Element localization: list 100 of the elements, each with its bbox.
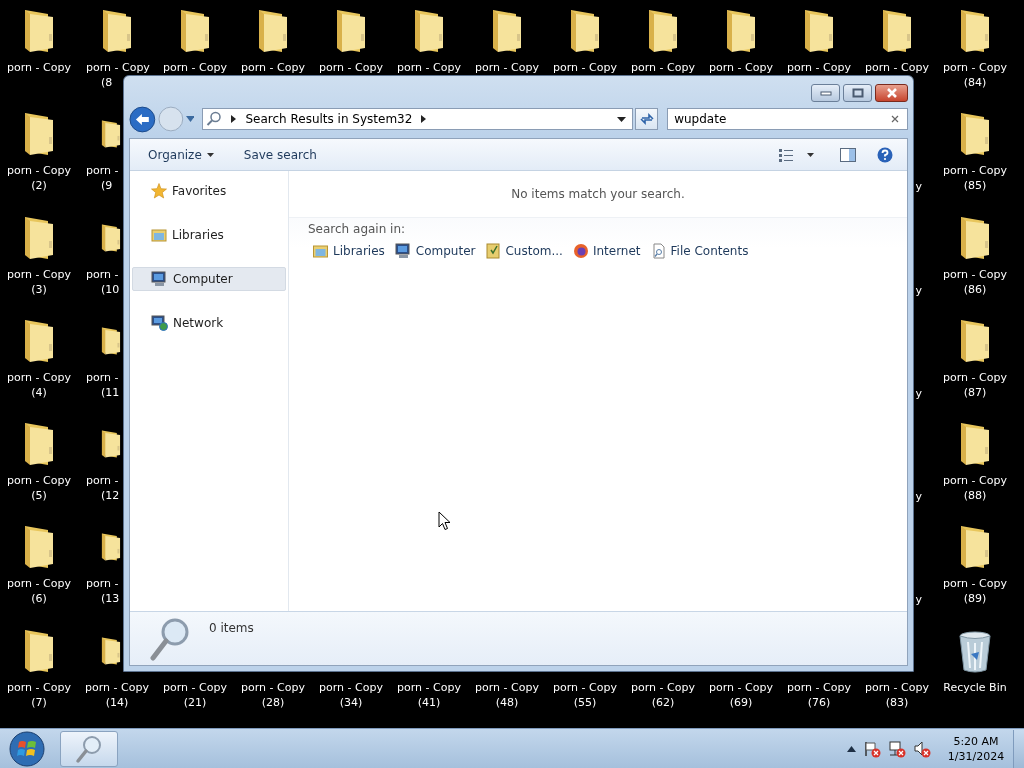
folder-icon[interactable] bbox=[100, 8, 134, 54]
folder-icon[interactable] bbox=[22, 524, 56, 571]
search-location-button[interactable]: Libraries bbox=[310, 242, 387, 260]
folder-icon[interactable] bbox=[178, 8, 212, 54]
search-field[interactable]: wupdate bbox=[667, 108, 908, 130]
desktop-icon-label: porn - Copy (76) bbox=[787, 679, 851, 710]
folder-icon[interactable] bbox=[958, 8, 992, 54]
folder-icon[interactable] bbox=[958, 421, 992, 468]
desktop-icon-label: porn - Copy bbox=[631, 60, 695, 75]
search-location-button[interactable]: File Contents bbox=[648, 242, 751, 260]
help-icon[interactable] bbox=[877, 146, 893, 163]
star-icon bbox=[151, 183, 167, 199]
desktop-icon-label: porn - Copy bbox=[865, 60, 929, 75]
folder-icon[interactable] bbox=[646, 8, 680, 54]
folder-icon[interactable] bbox=[958, 214, 992, 261]
search-icon bbox=[206, 111, 223, 127]
desktop-icon-label: porn - Copy (86) bbox=[943, 266, 1007, 297]
nav-item[interactable]: Computer bbox=[132, 267, 286, 291]
breadcrumb-segment[interactable]: Search Results in System32 bbox=[245, 112, 413, 126]
cursor-icon bbox=[438, 511, 451, 531]
desktop-icon-label: y bbox=[914, 179, 923, 195]
desktop-icon-label: porn - Copy (34) bbox=[319, 679, 383, 710]
desktop-icon-label: porn - Copy (5) bbox=[7, 473, 71, 504]
folder-icon[interactable] bbox=[22, 111, 56, 158]
desktop-icon-label: porn - Copy (3) bbox=[7, 266, 71, 297]
chevron-right-icon[interactable] bbox=[231, 115, 237, 123]
desktop-icon-label: porn - Copy (89) bbox=[943, 576, 1007, 607]
desktop-icon-label: porn - Copy bbox=[475, 60, 539, 75]
folder-icon[interactable] bbox=[22, 8, 56, 54]
desktop-icon-label: porn - Copy bbox=[397, 60, 461, 75]
search-location-button[interactable]: Internet bbox=[570, 242, 643, 260]
folder-icon[interactable] bbox=[22, 214, 56, 261]
folder-icon[interactable] bbox=[880, 8, 914, 54]
history-caret-icon[interactable] bbox=[185, 116, 195, 122]
folder-icon[interactable] bbox=[256, 8, 290, 54]
folder-icon[interactable] bbox=[490, 8, 524, 54]
desktop-icon-label: porn - Copy (48) bbox=[475, 679, 539, 710]
refresh-button[interactable] bbox=[635, 108, 659, 130]
toolbar-button[interactable]: Save search bbox=[235, 143, 325, 166]
desktop-icon-label: porn - (11 bbox=[85, 369, 121, 400]
folder-icon[interactable] bbox=[958, 524, 992, 571]
search-location-button[interactable]: Computer bbox=[392, 242, 478, 260]
desktop-icon-label: Recycle Bin bbox=[943, 679, 1007, 695]
clock-time[interactable]: 5:20 AM bbox=[953, 733, 999, 749]
desktop-icon-label: porn - Copy (14) bbox=[85, 679, 149, 710]
maximize-icon bbox=[851, 88, 864, 98]
folder-icon[interactable] bbox=[334, 8, 368, 54]
desktop-icon-label: porn - Copy (84) bbox=[943, 60, 1007, 90]
speaker-icon[interactable] bbox=[913, 739, 931, 758]
desktop-icon-label: porn - Copy (7) bbox=[7, 679, 71, 710]
search-location-button[interactable]: Custom... bbox=[483, 242, 565, 260]
clear-icon[interactable] bbox=[891, 115, 899, 123]
folder-icon[interactable] bbox=[568, 8, 602, 54]
toolbar-button[interactable]: Organize bbox=[140, 143, 222, 166]
desktop-icon-label: porn - Copy (85) bbox=[943, 163, 1007, 194]
browser-icon bbox=[572, 243, 589, 259]
folder-icon[interactable] bbox=[22, 421, 56, 468]
nav-item[interactable]: Network bbox=[132, 311, 286, 335]
desktop-icon-label: porn - Copy (21) bbox=[163, 679, 227, 710]
desktop-icon-label: porn - (10 bbox=[85, 266, 121, 297]
item-count: 0 items bbox=[209, 621, 254, 635]
search-again-label: Search again in: bbox=[308, 222, 407, 236]
library-icon bbox=[151, 227, 167, 243]
desktop-icon-label: porn - Copy (62) bbox=[631, 679, 695, 710]
flag-icon[interactable] bbox=[863, 739, 881, 758]
preview-pane-icon[interactable] bbox=[840, 147, 856, 162]
close-button[interactable] bbox=[875, 84, 908, 102]
show-hidden-icons-icon[interactable] bbox=[847, 745, 856, 752]
network-icon[interactable] bbox=[888, 739, 906, 758]
address-bar[interactable]: Search Results in System32 bbox=[202, 108, 634, 130]
desktop-icon-label: porn - Copy (6) bbox=[7, 576, 71, 607]
document-search-icon bbox=[650, 243, 667, 259]
computer-icon bbox=[394, 243, 412, 259]
desktop-icon-label: porn - Copy bbox=[163, 60, 227, 75]
magnifier-icon bbox=[74, 733, 104, 764]
nav-item[interactable]: Libraries bbox=[132, 223, 286, 247]
folder-icon[interactable] bbox=[22, 317, 56, 364]
minimize-button[interactable] bbox=[811, 84, 840, 102]
start-button[interactable] bbox=[9, 730, 45, 767]
folder-icon[interactable] bbox=[412, 8, 446, 54]
back-button[interactable] bbox=[129, 105, 156, 133]
desktop-icon-label: y bbox=[914, 489, 923, 505]
clock-date[interactable]: 1/31/2024 bbox=[947, 748, 1005, 764]
dropdown-caret-icon[interactable] bbox=[617, 116, 627, 122]
folder-icon[interactable] bbox=[802, 8, 836, 54]
chevron-right-icon[interactable] bbox=[421, 115, 427, 123]
folder-icon[interactable] bbox=[724, 8, 758, 54]
nav-item[interactable]: Favorites bbox=[132, 179, 286, 203]
caret-icon[interactable] bbox=[807, 152, 814, 157]
network-icon bbox=[151, 315, 168, 331]
folder-icon[interactable] bbox=[958, 111, 992, 158]
checklist-icon bbox=[485, 243, 502, 259]
desktop-icon-label: porn - Copy (4) bbox=[7, 369, 71, 400]
folder-icon[interactable] bbox=[22, 627, 56, 674]
desktop-icon-label: porn - Copy bbox=[709, 60, 773, 75]
folder-icon[interactable] bbox=[958, 317, 992, 364]
views-icon[interactable] bbox=[779, 147, 793, 162]
desktop-icon-label: y bbox=[914, 385, 923, 401]
maximize-button[interactable] bbox=[843, 84, 872, 102]
desktop-icon-label: porn - Copy bbox=[553, 60, 617, 75]
